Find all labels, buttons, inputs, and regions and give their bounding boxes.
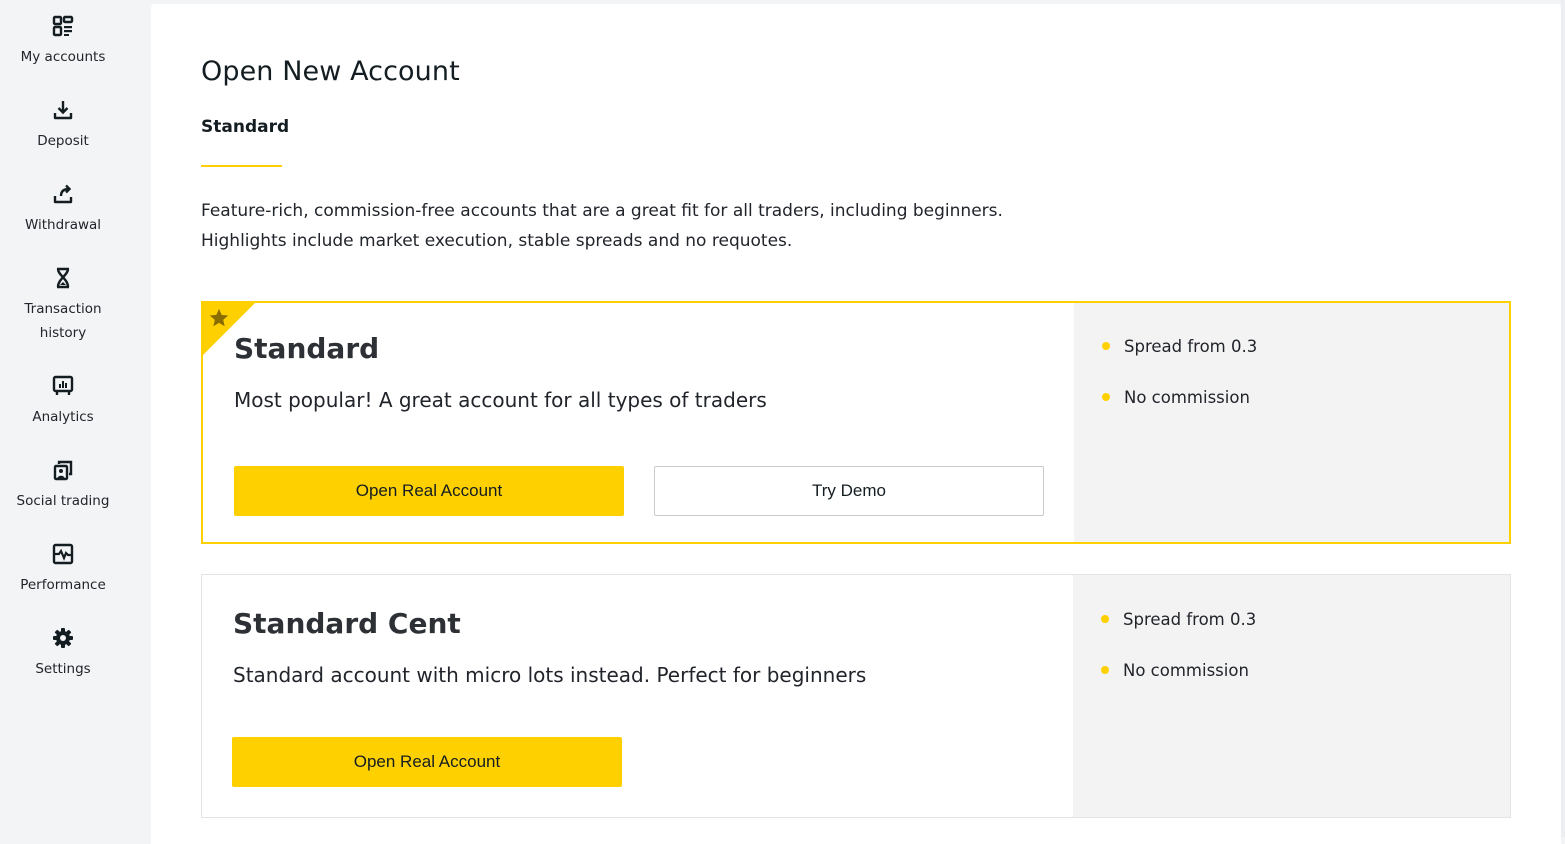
feature-text: No commission: [1124, 387, 1250, 407]
download-tray-icon: [52, 99, 74, 121]
scrollbar-track[interactable]: [1561, 0, 1565, 837]
presentation-chart-icon: [52, 375, 74, 397]
open-real-account-button[interactable]: Open Real Account: [234, 466, 624, 516]
active-tab-indicator: [201, 165, 282, 167]
sidebar-item-label: Deposit: [37, 133, 89, 149]
card-subtitle: Most popular! A great account for all ty…: [234, 388, 767, 412]
feature-list: Spread from 0.3 No commission: [1101, 606, 1256, 708]
feature-text: Spread from 0.3: [1124, 336, 1258, 356]
sidebar-item-label: Analytics: [32, 409, 94, 425]
feature-text: No commission: [1123, 660, 1249, 680]
feature-item: No commission: [1101, 657, 1256, 683]
sidebar-item-social-trading[interactable]: Social trading: [0, 459, 126, 513]
sidebar-item-label: Performance: [20, 577, 106, 593]
sidebar-item-label: Social trading: [16, 493, 110, 509]
feature-list: Spread from 0.3 No commission: [1102, 333, 1257, 435]
sidebar-item-transaction-history[interactable]: Transaction history: [0, 267, 126, 345]
card-features-panel: Spread from 0.3 No commission: [1074, 303, 1509, 542]
grid-list-icon: [52, 15, 74, 37]
open-real-account-button[interactable]: Open Real Account: [232, 737, 622, 787]
tab-standard[interactable]: Standard: [201, 117, 289, 137]
feature-item: Spread from 0.3: [1102, 333, 1257, 359]
sidebar-item-label: Transaction history: [24, 301, 102, 341]
sidebar-item-performance[interactable]: Performance: [0, 543, 126, 597]
star-icon: [208, 307, 230, 329]
account-card-standard-cent: Standard Cent Standard account with micr…: [201, 574, 1511, 818]
feature-item: Spread from 0.3: [1101, 606, 1256, 632]
card-title: Standard: [234, 332, 380, 365]
try-demo-button[interactable]: Try Demo: [654, 466, 1044, 516]
social-copies-icon: [52, 459, 74, 481]
upload-tray-icon: [52, 183, 74, 205]
sidebar: My accounts Deposit Withdrawal Transacti…: [0, 0, 126, 837]
feature-item: No commission: [1102, 384, 1257, 410]
description-line: Highlights include market execution, sta…: [201, 231, 793, 251]
sidebar-item-label: Withdrawal: [24, 217, 102, 233]
sidebar-item-settings[interactable]: Settings: [0, 627, 126, 681]
sidebar-item-my-accounts[interactable]: My accounts: [0, 15, 126, 69]
sidebar-item-analytics[interactable]: Analytics: [0, 375, 126, 429]
page-title: Open New Account: [201, 56, 460, 87]
card-features-panel: Spread from 0.3 No commission: [1073, 575, 1510, 817]
card-info: Standard Cent Standard account with micr…: [202, 575, 1073, 817]
sidebar-item-label: My accounts: [20, 49, 106, 65]
main-content: Open New Account Standard Feature-rich, …: [151, 4, 1561, 844]
card-info: Standard Most popular! A great account f…: [203, 303, 1074, 542]
description-line: Feature-rich, commission-free accounts t…: [201, 201, 1003, 221]
sidebar-item-withdrawal[interactable]: Withdrawal: [0, 183, 126, 237]
bullet-icon: [1101, 666, 1109, 674]
pulse-chart-icon: [52, 543, 74, 565]
hourglass-icon: [52, 267, 74, 289]
bullet-icon: [1102, 393, 1110, 401]
sidebar-item-label: Settings: [35, 661, 91, 677]
bullet-icon: [1101, 615, 1109, 623]
feature-text: Spread from 0.3: [1123, 609, 1257, 629]
account-card-standard: Standard Most popular! A great account f…: [201, 301, 1511, 544]
card-subtitle: Standard account with micro lots instead…: [233, 663, 867, 687]
gear-icon: [52, 627, 74, 649]
bullet-icon: [1102, 342, 1110, 350]
page-description: Feature-rich, commission-free accounts t…: [201, 196, 1101, 256]
card-title: Standard Cent: [233, 607, 461, 640]
sidebar-item-deposit[interactable]: Deposit: [0, 99, 126, 153]
